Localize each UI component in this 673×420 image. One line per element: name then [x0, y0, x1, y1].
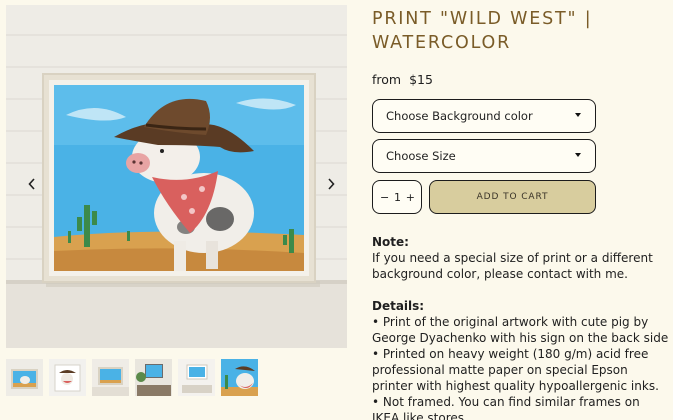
quantity-decrement-button[interactable]: −: [380, 191, 389, 204]
product-gallery: [6, 5, 347, 348]
size-select-label: Choose Size: [386, 149, 456, 163]
caret-down-icon: [575, 153, 581, 157]
caret-down-icon: [575, 113, 581, 117]
details-item: • Not framed. You can find similar frame…: [372, 395, 640, 420]
chevron-left-icon: [28, 178, 35, 190]
note-text: If you need a special size of print or a…: [372, 251, 653, 281]
quantity-value[interactable]: 1: [394, 191, 401, 204]
thumbnail-6[interactable]: [221, 359, 258, 396]
thumbnail-3[interactable]: [92, 359, 129, 396]
main-product-image: [6, 5, 347, 348]
quantity-increment-button[interactable]: +: [406, 191, 415, 204]
product-description: Note: If you need a special size of prin…: [372, 234, 670, 420]
thumbnail-2[interactable]: [49, 359, 86, 396]
chevron-right-icon: [328, 178, 335, 190]
details-heading: Details:: [372, 299, 425, 313]
thumbnail-1[interactable]: [6, 359, 43, 396]
thumbnail-strip: [6, 359, 258, 397]
note-heading: Note:: [372, 235, 409, 249]
thumbnail-4[interactable]: [135, 359, 172, 396]
size-select[interactable]: Choose Size: [372, 139, 596, 173]
gallery-prev-button[interactable]: [25, 175, 39, 193]
background-color-select[interactable]: Choose Background color: [372, 99, 596, 133]
background-color-select-label: Choose Background color: [386, 109, 533, 123]
add-to-cart-button[interactable]: ADD TO CART: [429, 180, 596, 214]
thumbnail-5[interactable]: [178, 359, 215, 396]
gallery-next-button[interactable]: [324, 175, 338, 193]
quantity-stepper: − 1 +: [372, 180, 422, 214]
purchase-controls: Choose Background color Choose Size − 1 …: [372, 7, 670, 420]
details-item: • Printed on heavy weight (180 g/m) acid…: [372, 347, 659, 393]
details-item: • Print of the original artwork with cut…: [372, 315, 669, 345]
